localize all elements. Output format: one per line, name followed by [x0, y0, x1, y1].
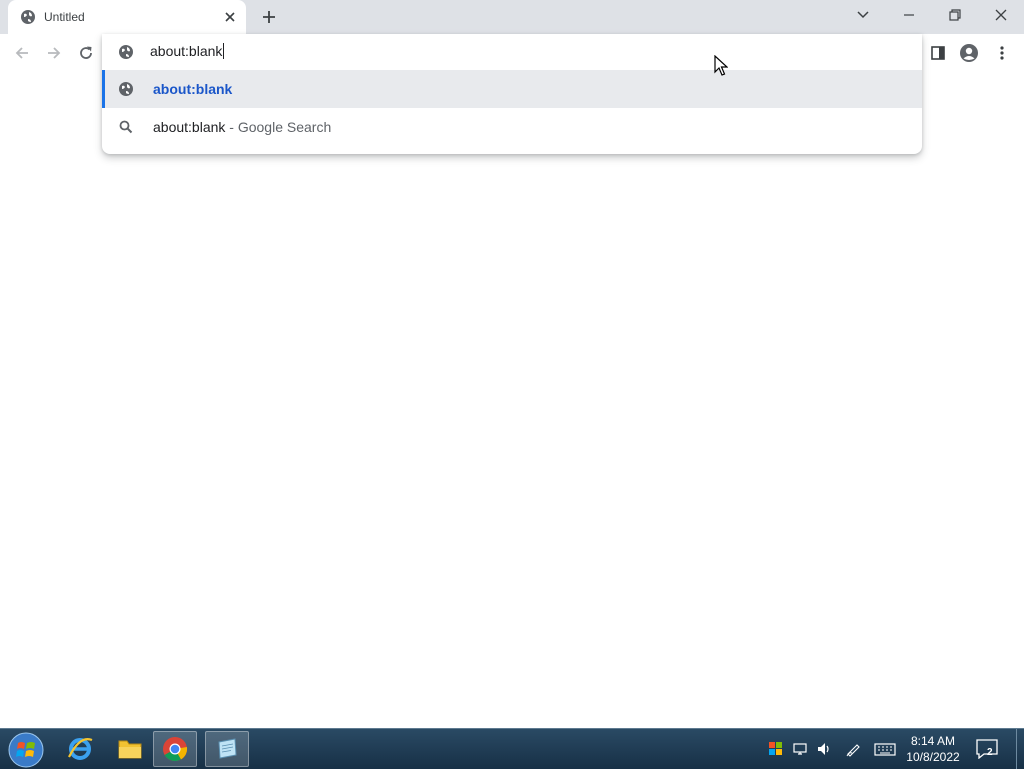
back-icon	[15, 47, 28, 59]
suggestion-query: about:blank	[153, 119, 226, 135]
side-panel-button[interactable]	[926, 41, 950, 65]
taskbar-chrome[interactable]	[153, 731, 197, 767]
text-caret	[223, 43, 225, 59]
chevron-down-icon	[857, 11, 869, 19]
close-icon	[995, 9, 1007, 21]
suggestion-suffix: - Google Search	[225, 119, 332, 135]
minimize-button[interactable]	[886, 0, 932, 30]
reload-button[interactable]	[74, 41, 98, 65]
suggestion-text: about:blank	[153, 81, 233, 97]
browser-titlebar: Untitled	[0, 0, 1024, 34]
windows-logo-icon	[8, 732, 44, 768]
menu-icon	[1000, 46, 1004, 60]
keyboard-icon[interactable]	[874, 741, 896, 757]
shield-icon[interactable]	[768, 741, 784, 757]
taskbar-internet-explorer[interactable]	[58, 731, 102, 767]
notification-count: 2	[987, 747, 993, 758]
profile-button[interactable]	[957, 41, 981, 65]
clock-date: 10/8/2022	[906, 750, 960, 764]
pen-icon[interactable]	[845, 741, 861, 757]
chrome-icon	[163, 737, 188, 762]
clock-time: 8:14 AM	[910, 734, 956, 748]
start-button[interactable]	[6, 731, 46, 769]
suggestion-search[interactable]: about:blank - Google Search	[102, 108, 922, 146]
omnibox-dropdown: about:blank about:blank about:blank - Go…	[102, 34, 922, 154]
network-icon[interactable]	[793, 741, 809, 757]
show-desktop-button[interactable]	[1016, 729, 1024, 769]
minimize-icon	[904, 14, 914, 16]
taskbar-notepad[interactable]	[205, 731, 249, 767]
search-icon	[119, 120, 133, 134]
globe-icon	[21, 10, 35, 24]
plus-icon[interactable]	[260, 8, 278, 26]
tab-title: Untitled	[44, 10, 85, 24]
internet-explorer-icon	[68, 738, 93, 760]
suggestion-url[interactable]: about:blank	[102, 70, 922, 108]
file-explorer-icon	[118, 740, 142, 759]
forward-icon	[48, 47, 61, 59]
notepad-icon	[218, 738, 237, 759]
restore-icon	[949, 9, 961, 21]
forward-button[interactable]	[42, 41, 66, 65]
globe-icon	[119, 45, 133, 59]
mouse-cursor-icon	[714, 55, 728, 76]
reload-icon	[80, 46, 92, 59]
close-window-button[interactable]	[978, 0, 1024, 30]
menu-button[interactable]	[990, 41, 1014, 65]
restore-button[interactable]	[932, 0, 978, 30]
profile-icon	[960, 44, 978, 62]
omnibox-row[interactable]: about:blank	[102, 34, 922, 70]
address-input[interactable]: about:blank	[150, 43, 850, 61]
address-value: about:blank	[150, 43, 223, 59]
back-button[interactable]	[10, 41, 34, 65]
tab-search-button[interactable]	[840, 0, 886, 30]
side-panel-icon	[931, 46, 945, 60]
suggestion-text: about:blank - Google Search	[153, 119, 331, 135]
close-icon[interactable]	[222, 9, 238, 25]
taskbar: 8:14 AM 10/8/2022 2	[0, 728, 1024, 769]
globe-icon	[119, 82, 133, 96]
taskbar-file-explorer[interactable]	[108, 731, 152, 767]
system-clock[interactable]: 8:14 AM 10/8/2022	[904, 733, 962, 765]
volume-icon[interactable]	[816, 741, 832, 757]
browser-tab[interactable]: Untitled	[8, 0, 246, 34]
